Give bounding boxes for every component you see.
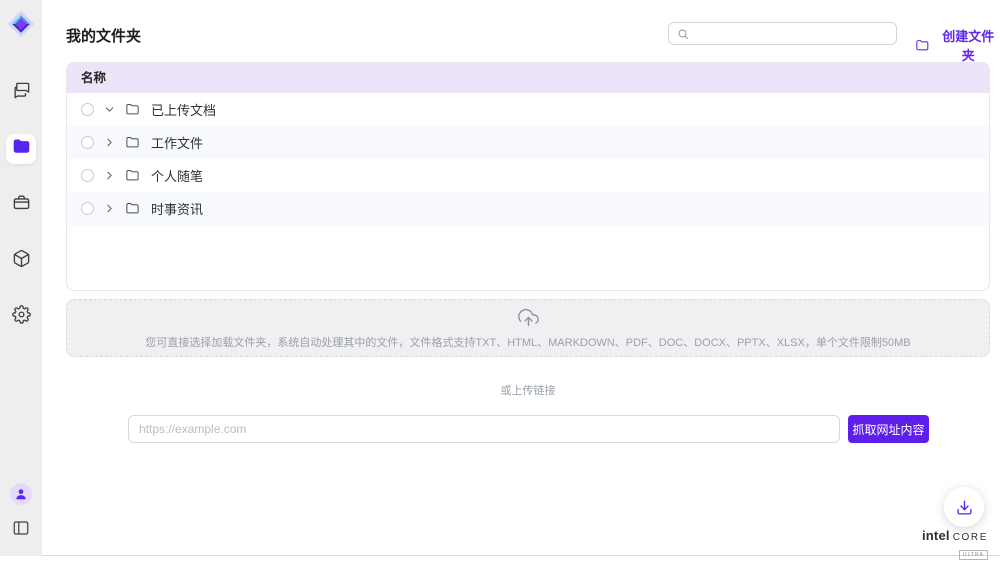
row-checkbox[interactable] xyxy=(81,136,94,149)
link-upload-row: 抓取网址内容 xyxy=(128,415,929,443)
core-wordmark: core xyxy=(953,532,988,543)
folder-name: 工作文件 xyxy=(151,133,203,152)
folder-plus-icon xyxy=(915,38,930,53)
folder-icon xyxy=(125,168,140,183)
briefcase-icon xyxy=(12,193,31,217)
app-window: 我的文件夹 创建文件夹 名称 已上传文档 xyxy=(0,0,1000,556)
table-row[interactable]: 时事资讯 xyxy=(67,192,989,225)
fetch-url-button[interactable]: 抓取网址内容 xyxy=(848,415,929,443)
chat-icon xyxy=(12,81,31,105)
row-checkbox[interactable] xyxy=(81,202,94,215)
search-box xyxy=(668,22,897,45)
download-icon xyxy=(956,499,973,516)
user-avatar[interactable] xyxy=(10,483,32,505)
folder-icon xyxy=(125,102,140,117)
folder-name: 已上传文档 xyxy=(151,100,216,119)
gear-icon xyxy=(12,305,31,329)
sidebar-item-settings[interactable] xyxy=(6,302,36,332)
app-logo-icon[interactable] xyxy=(7,10,35,38)
folder-name: 时事资讯 xyxy=(151,199,203,218)
ultra-badge: ultra xyxy=(959,550,988,560)
search-input[interactable] xyxy=(695,23,896,44)
column-header-name: 名称 xyxy=(67,63,989,93)
sidebar-item-workspace[interactable] xyxy=(6,190,36,220)
sidebar-item-packages[interactable] xyxy=(6,246,36,276)
folder-icon xyxy=(12,137,31,161)
url-input[interactable] xyxy=(128,415,840,443)
panel-toggle-button[interactable] xyxy=(12,519,30,542)
intel-wordmark: intel xyxy=(922,528,950,543)
chevron-right-icon[interactable] xyxy=(103,169,116,182)
folder-table: 名称 已上传文档 工作文件 xyxy=(66,62,990,291)
sidebar-nav xyxy=(6,78,36,332)
person-icon xyxy=(14,487,28,501)
create-folder-button[interactable]: 创建文件夹 xyxy=(915,26,1000,64)
cloud-upload-icon xyxy=(67,307,989,333)
chevron-right-icon[interactable] xyxy=(103,202,116,215)
upload-dropzone[interactable]: 您可直接选择加载文件夹，系统自动处理其中的文件，文件格式支持TXT、HTML、M… xyxy=(66,299,990,357)
panel-layout-icon xyxy=(12,519,30,537)
folder-icon xyxy=(125,201,140,216)
folder-icon xyxy=(125,135,140,150)
chevron-down-icon[interactable] xyxy=(103,103,116,116)
table-row[interactable]: 个人随笔 xyxy=(67,159,989,192)
page-title: 我的文件夹 xyxy=(66,25,141,46)
or-upload-link-label: 或上传链接 xyxy=(66,382,990,398)
intel-core-logo: intel core ultra xyxy=(922,528,988,561)
sidebar-item-chat[interactable] xyxy=(6,78,36,108)
sidebar-bottom xyxy=(10,483,32,542)
table-row[interactable]: 已上传文档 xyxy=(67,93,989,126)
table-row[interactable]: 工作文件 xyxy=(67,126,989,159)
box-icon xyxy=(12,249,31,273)
sidebar xyxy=(0,0,42,556)
sidebar-item-folders[interactable] xyxy=(6,134,36,164)
search-icon xyxy=(677,28,689,40)
row-checkbox[interactable] xyxy=(81,103,94,116)
chevron-right-icon[interactable] xyxy=(103,136,116,149)
upload-hint-text: 您可直接选择加载文件夹，系统自动处理其中的文件，文件格式支持TXT、HTML、M… xyxy=(67,334,989,350)
folder-name: 个人随笔 xyxy=(151,166,203,185)
download-fab-button[interactable] xyxy=(944,487,984,527)
create-folder-label: 创建文件夹 xyxy=(937,26,1000,64)
row-checkbox[interactable] xyxy=(81,169,94,182)
